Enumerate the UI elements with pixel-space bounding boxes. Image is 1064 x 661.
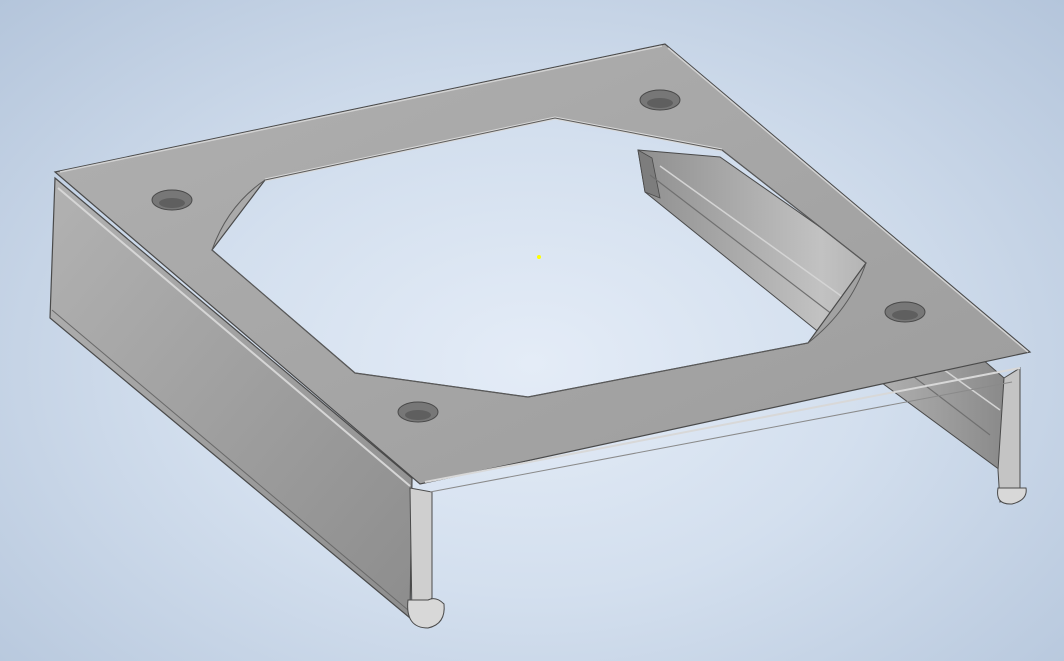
bracket-model[interactable]: [0, 0, 1064, 661]
mounting-hole-bottom-right: [884, 301, 926, 323]
mounting-hole-top-left: [151, 189, 193, 211]
origin-point-marker: [537, 255, 541, 259]
mounting-hole-top-right: [639, 89, 681, 111]
cad-3d-viewport[interactable]: [0, 0, 1064, 661]
mounting-hole-bottom-left: [397, 401, 439, 423]
